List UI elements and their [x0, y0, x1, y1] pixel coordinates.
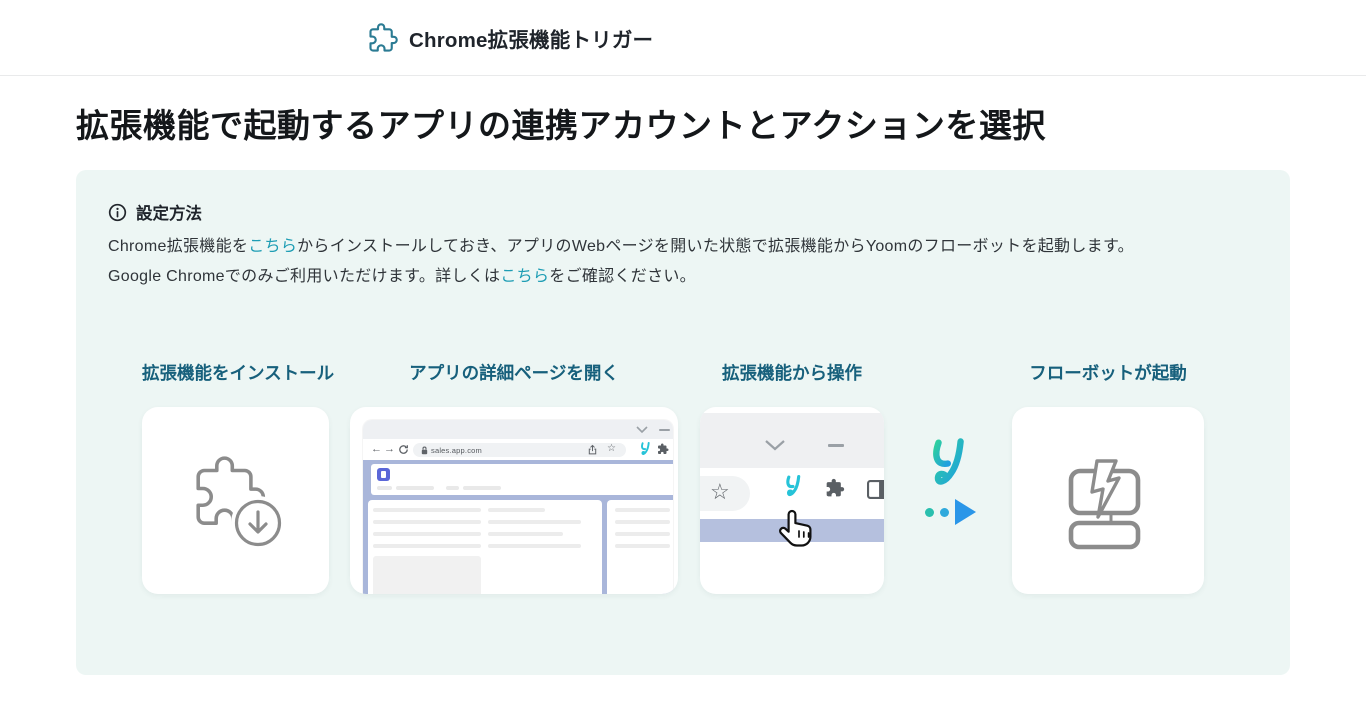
- step-operate-extension: 拡張機能から操作 ☆: [700, 360, 884, 594]
- app-document-icon: [377, 468, 390, 481]
- placeholder-line: [615, 532, 670, 536]
- step-card-browser: ← → sales.app.com ☆: [350, 407, 678, 594]
- info-circle-icon: [108, 203, 127, 221]
- dot-icon: [925, 508, 934, 517]
- url-text: sales.app.com: [431, 446, 482, 455]
- brand: Chrome拡張機能トリガー: [368, 0, 653, 76]
- placeholder-line: [615, 544, 670, 548]
- method-heading: 設定方法: [108, 200, 202, 224]
- browser-titlebar: [363, 420, 673, 439]
- flowbot-monitor-icon: [1068, 458, 1141, 549]
- placeholder-line: [488, 544, 581, 548]
- instructions-segment: Google Chromeでのみご利用いただけます。詳しくは: [108, 268, 501, 285]
- placeholder-line: [488, 508, 545, 512]
- extensions-puzzle-icon: [826, 478, 845, 497]
- placeholder-line: [488, 520, 581, 524]
- browser-toolbar: ← → sales.app.com ☆: [363, 439, 673, 460]
- placeholder-bar: [446, 486, 459, 490]
- app-title: Chrome拡張機能トリガー: [409, 29, 654, 52]
- placeholder-line: [615, 520, 670, 524]
- placeholder-bar: [396, 486, 434, 490]
- placeholder-line: [373, 520, 481, 524]
- bookmark-star-icon: ☆: [710, 479, 730, 504]
- step-label: フローボットが起動: [1029, 363, 1187, 383]
- instructions-segment: をご確認ください。: [549, 268, 696, 285]
- play-arrow-icon: [955, 499, 976, 525]
- help-link[interactable]: こちら: [500, 268, 549, 285]
- step-flowbot-launch: フローボットが起動: [1012, 360, 1204, 594]
- placeholder-block: [373, 556, 481, 594]
- yoom-extension-icon[interactable]: [784, 475, 803, 501]
- address-bar-end: ☆: [700, 476, 750, 511]
- placeholder-line: [615, 508, 670, 512]
- yoom-logo-icon: [933, 438, 964, 485]
- webpage-right-panel: [607, 500, 673, 594]
- lock-icon: [421, 446, 428, 455]
- step-label: 拡張機能をインストール: [142, 363, 335, 383]
- step-card-toolbar: ☆: [700, 407, 884, 594]
- step-label: 拡張機能から操作: [722, 363, 862, 383]
- bookmark-star-icon: ☆: [607, 443, 616, 454]
- chevron-down-icon: [765, 440, 785, 451]
- step-label: アプリの詳細ページを開く: [409, 363, 619, 383]
- hand-pointer-icon: [779, 509, 812, 547]
- forward-icon: →: [384, 443, 395, 455]
- instructions-segment: Chrome拡張機能を: [108, 238, 249, 255]
- placeholder-line: [373, 544, 481, 548]
- page: Chrome拡張機能トリガー 拡張機能で起動するアプリの連携アカウントとアクショ…: [0, 0, 1366, 703]
- placeholder-bar: [377, 486, 392, 490]
- yoom-extension-icon: [641, 442, 650, 455]
- step-card-install: [142, 407, 329, 594]
- step-card-flowbot: [1012, 407, 1204, 594]
- step-open-app-page: アプリの詳細ページを開く ← → sales.app.com ☆: [350, 360, 678, 594]
- instructions-text: Chrome拡張機能をこちらからインストールしておき、アプリのWebページを開い…: [108, 232, 1258, 292]
- minimize-icon: [828, 444, 844, 447]
- side-panel-icon: [867, 480, 884, 499]
- puzzle-download-icon: [195, 455, 285, 550]
- dot-icon: [940, 508, 949, 517]
- launch-connector: [909, 428, 1029, 558]
- reload-icon: [399, 445, 408, 454]
- info-box: 設定方法 Chrome拡張機能をこちらからインストールしておき、アプリのWebペ…: [76, 170, 1290, 675]
- placeholder-bar: [463, 486, 501, 490]
- webpage-area: [363, 460, 673, 594]
- instructions-segment: からインストールしておき、アプリのWebページを開いた状態で拡張機能からYoom…: [297, 238, 1134, 255]
- chevron-down-icon: [636, 426, 648, 433]
- method-heading-label: 設定方法: [136, 205, 202, 223]
- minimize-icon: [659, 429, 670, 431]
- step-install-extension: 拡張機能をインストール: [142, 360, 335, 594]
- install-link[interactable]: こちら: [248, 238, 297, 255]
- placeholder-line: [488, 532, 563, 536]
- zoomed-titlebar: [700, 413, 884, 468]
- address-bar: sales.app.com ☆: [413, 443, 626, 457]
- app-header: Chrome拡張機能トリガー: [0, 0, 1366, 76]
- page-title: 拡張機能で起動するアプリの連携アカウントとアクションを選択: [76, 107, 1046, 144]
- puzzle-outline-icon: [369, 23, 398, 52]
- placeholder-line: [373, 532, 481, 536]
- extensions-puzzle-icon: [658, 443, 669, 454]
- share-icon: [588, 444, 597, 455]
- back-icon: ←: [371, 443, 382, 455]
- placeholder-line: [373, 508, 481, 512]
- browser-window-mockup: ← → sales.app.com ☆: [363, 420, 673, 594]
- webpage-left-panel: [368, 500, 602, 594]
- webpage-header-band: [371, 464, 673, 495]
